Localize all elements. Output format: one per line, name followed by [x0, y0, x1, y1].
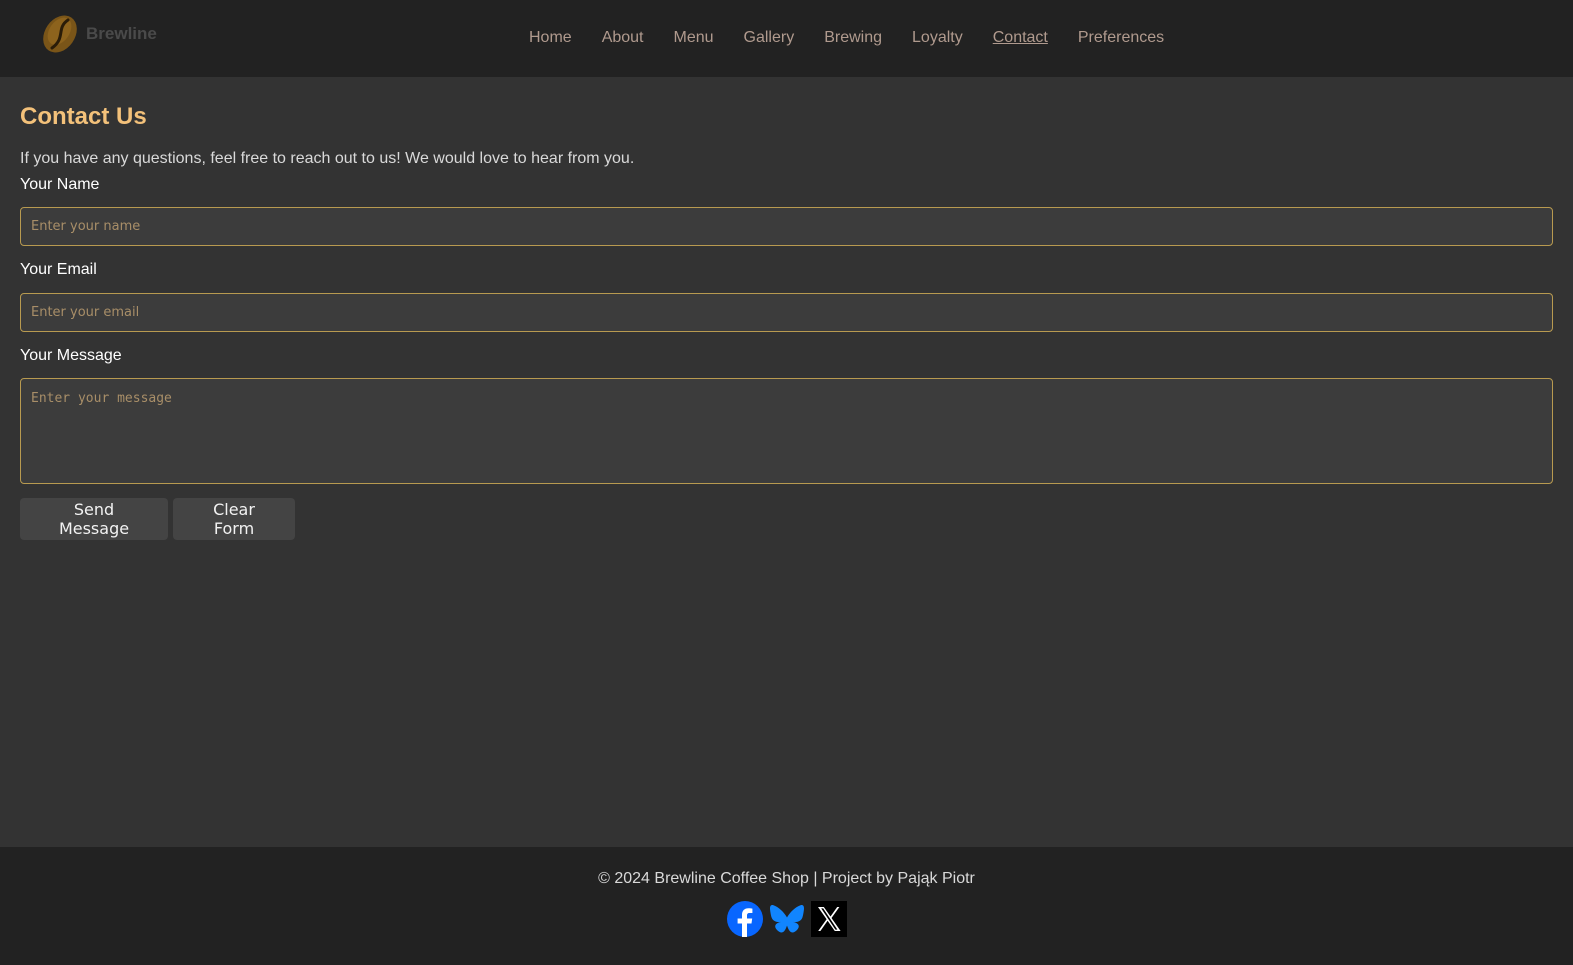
nav-home[interactable]: Home — [529, 28, 572, 48]
intro-text: If you have any questions, feel free to … — [20, 150, 635, 167]
site-header: Brewline Home About Menu Gallery Brewing… — [0, 0, 1573, 77]
message-textarea[interactable] — [20, 378, 1553, 484]
main-nav: Home About Menu Gallery Brewing Loyalty … — [529, 28, 1194, 48]
brand-name: Brewline — [86, 24, 157, 43]
brand-logo[interactable]: Brewline — [40, 14, 157, 54]
nav-loyalty[interactable]: Loyalty — [912, 28, 963, 48]
name-label: Your Name — [20, 176, 100, 193]
bluesky-icon[interactable] — [769, 901, 805, 937]
site-footer: © 2024 Brewline Coffee Shop | Project by… — [0, 847, 1573, 965]
nav-contact[interactable]: Contact — [993, 28, 1048, 48]
nav-gallery[interactable]: Gallery — [744, 28, 795, 48]
nav-preferences[interactable]: Preferences — [1078, 28, 1164, 48]
clear-form-button[interactable]: Clear Form — [173, 498, 295, 540]
message-label: Your Message — [20, 347, 122, 364]
email-label: Your Email — [20, 261, 97, 278]
social-links — [727, 901, 847, 937]
coffee-bean-icon — [43, 15, 77, 53]
email-input[interactable] — [20, 293, 1553, 332]
name-input[interactable] — [20, 207, 1553, 246]
copyright-text: © 2024 Brewline Coffee Shop | Project by… — [598, 870, 975, 887]
facebook-icon[interactable] — [727, 901, 763, 937]
nav-about[interactable]: About — [602, 28, 644, 48]
send-message-button[interactable]: Send Message — [20, 498, 168, 540]
x-icon[interactable] — [811, 901, 847, 937]
nav-brewing[interactable]: Brewing — [824, 28, 882, 48]
nav-menu[interactable]: Menu — [674, 28, 714, 48]
page-title: Contact Us — [20, 103, 147, 130]
